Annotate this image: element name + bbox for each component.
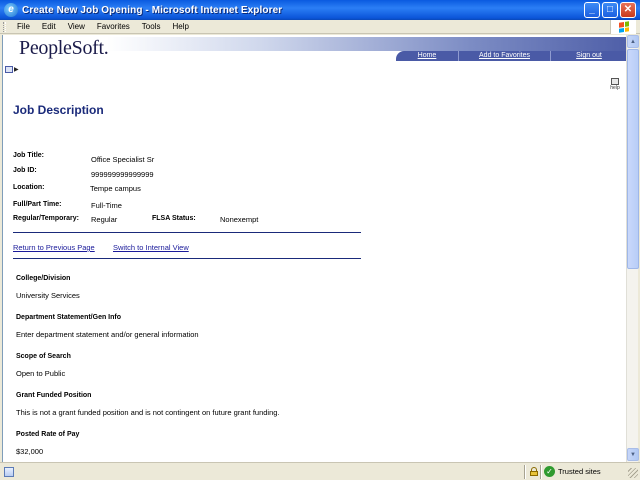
full-part-time-value: Full-Time [91, 201, 122, 210]
peoplesoft-logo: PeopleSoft. [19, 37, 109, 59]
flsa-status-value: Nonexempt [220, 215, 259, 224]
return-to-previous-page-link[interactable]: Return to Previous Page [13, 243, 95, 252]
department-statement-label: Department Statement/Gen Info [16, 314, 122, 321]
scope-of-search-value: Open to Public [16, 369, 66, 378]
help-icon[interactable]: help [609, 78, 621, 91]
status-divider [524, 465, 525, 479]
college-division-label: College/Division [16, 275, 71, 282]
window-title: Create New Job Opening - Microsoft Inter… [22, 4, 283, 16]
help-label: help [610, 85, 620, 91]
window-title-bar[interactable]: e Create New Job Opening - Microsoft Int… [0, 0, 640, 20]
scroll-down-arrow-icon[interactable]: ▼ [627, 448, 639, 461]
lock-icon [530, 467, 538, 476]
menu-favorites[interactable]: Favorites [91, 22, 136, 31]
page-viewport: PeopleSoft. Home Add to Favorites Sign o… [2, 35, 626, 462]
scope-of-search-label: Scope of Search [16, 353, 71, 360]
header-nav: Home Add to Favorites Sign out [396, 51, 626, 61]
menu-file[interactable]: File [11, 22, 36, 31]
college-division-value: University Services [16, 291, 80, 300]
page-status-icon [4, 467, 14, 477]
header-band [107, 37, 626, 51]
toolbar-grip[interactable] [3, 21, 6, 32]
divider-top [13, 232, 361, 233]
nav-add-to-favorites-link[interactable]: Add to Favorites [458, 51, 550, 61]
scrollbar-thumb[interactable] [627, 49, 639, 269]
vertical-scrollbar[interactable]: ▲ ▼ [626, 35, 639, 462]
menu-edit[interactable]: Edit [36, 22, 62, 31]
full-part-time-label: Full/Part Time: [13, 201, 62, 208]
regular-temporary-label: Regular/Temporary: [13, 215, 79, 222]
close-button[interactable]: ✕ [620, 2, 636, 18]
windows-logo-icon [610, 20, 636, 34]
nav-home-link[interactable]: Home [396, 51, 458, 61]
menu-bar: File Edit View Favorites Tools Help [0, 20, 640, 34]
department-statement-value: Enter department statement and/or genera… [16, 330, 199, 339]
maximize-button[interactable]: □ [602, 2, 618, 18]
page-title: Job Description [13, 103, 104, 117]
job-id-label: Job ID: [13, 167, 37, 174]
status-bar: ✓ Trusted sites [0, 462, 640, 480]
location-label: Location: [13, 184, 45, 191]
grant-funded-position-value: This is not a grant funded position and … [16, 408, 280, 417]
posted-rate-of-pay-label: Posted Rate of Pay [16, 431, 80, 438]
menu-tools[interactable]: Tools [136, 22, 167, 31]
menu-toggle-icon[interactable] [5, 66, 13, 73]
menu-view[interactable]: View [62, 22, 91, 31]
menu-help[interactable]: Help [166, 22, 194, 31]
minimize-button[interactable]: _ [584, 2, 600, 18]
job-id-value: 999999999999999 [91, 170, 154, 179]
switch-to-internal-view-link[interactable]: Switch to Internal View [113, 243, 189, 252]
window-controls: _ □ ✕ [584, 2, 636, 18]
regular-temporary-value: Regular [91, 215, 118, 224]
flsa-status-label: FLSA Status: [152, 215, 196, 222]
job-title-label: Job Title: [13, 152, 44, 159]
scroll-up-arrow-icon[interactable]: ▲ [627, 35, 639, 48]
internet-explorer-icon: e [4, 3, 18, 17]
trusted-sites-check-icon: ✓ [544, 466, 555, 477]
security-zone-label: Trusted sites [558, 467, 601, 476]
menu-toggle-arrow-icon[interactable]: ▶ [14, 66, 19, 73]
posted-rate-of-pay-value: $32,000 [16, 447, 44, 456]
status-divider [540, 465, 541, 479]
grant-funded-position-label: Grant Funded Position [16, 392, 92, 399]
divider-bottom [13, 258, 361, 259]
location-value: Tempe campus [90, 184, 141, 193]
resize-grip[interactable] [628, 468, 638, 478]
nav-sign-out-link[interactable]: Sign out [550, 51, 626, 61]
job-title-value: Office Specialist Sr [91, 155, 155, 164]
peoplesoft-header: PeopleSoft. Home Add to Favorites Sign o… [3, 35, 626, 65]
